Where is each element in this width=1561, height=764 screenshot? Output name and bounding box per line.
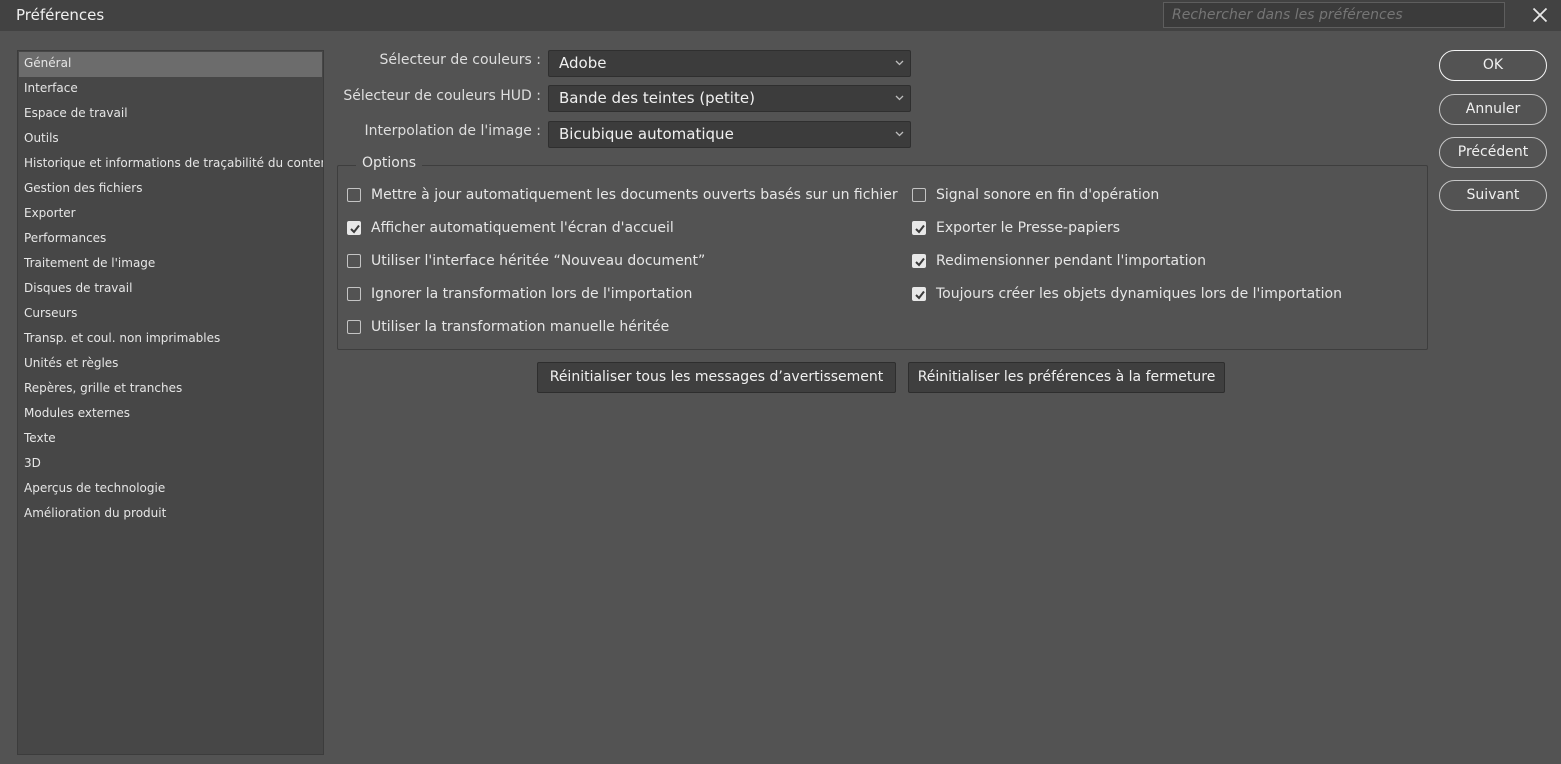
sidebar-item-guides-grid[interactable]: Repères, grille et tranches <box>18 377 323 402</box>
dialog-title: Préférences <box>16 6 105 24</box>
option-auto-update-docs[interactable]: Mettre à jour automatiquement les docume… <box>347 185 898 205</box>
checkmark-icon <box>350 224 360 234</box>
option-label: Afficher automatiquement l'écran d'accue… <box>371 220 674 236</box>
hud-color-picker-select[interactable]: Bande des teintes (petite) <box>548 85 911 112</box>
option-legacy-new-document[interactable]: Utiliser l'interface héritée “Nouveau do… <box>347 251 705 271</box>
chevron-down-icon <box>895 95 904 101</box>
option-always-create-smart-objects[interactable]: Toujours créer les objets dynamiques lor… <box>912 284 1342 304</box>
checkmark-icon <box>915 290 925 300</box>
hud-color-picker-value: Bande des teintes (petite) <box>559 89 755 107</box>
color-picker-value: Adobe <box>559 54 607 72</box>
checkbox-checked[interactable] <box>912 287 926 301</box>
reset-warnings-button[interactable]: Réinitialiser tous les messages d’averti… <box>537 362 896 393</box>
image-interpolation-value: Bicubique automatique <box>559 125 734 143</box>
search-input[interactable] <box>1163 2 1505 28</box>
sidebar-item-3d[interactable]: 3D <box>18 452 323 477</box>
option-show-home-screen[interactable]: Afficher automatiquement l'écran d'accue… <box>347 218 674 238</box>
close-icon <box>1532 7 1548 23</box>
checkbox-checked[interactable] <box>347 221 361 235</box>
sidebar-item-technology-previews[interactable]: Aperçus de technologie <box>18 477 323 502</box>
sidebar-item-scratch-disks[interactable]: Disques de travail <box>18 277 323 302</box>
checkbox-checked[interactable] <box>912 254 926 268</box>
option-label: Mettre à jour automatiquement les docume… <box>371 187 898 203</box>
option-label: Toujours créer les objets dynamiques lor… <box>936 286 1342 302</box>
sidebar-item-tools[interactable]: Outils <box>18 127 323 152</box>
checkmark-icon <box>915 257 925 267</box>
ok-button[interactable]: OK <box>1439 50 1547 81</box>
close-button[interactable] <box>1527 3 1553 27</box>
cancel-button[interactable]: Annuler <box>1439 94 1547 125</box>
sidebar-item-history[interactable]: Historique et informations de traçabilit… <box>18 152 323 177</box>
sidebar-item-cursors[interactable]: Curseurs <box>18 302 323 327</box>
option-label: Ignorer la transformation lors de l'impo… <box>371 286 693 302</box>
checkbox-checked[interactable] <box>912 221 926 235</box>
color-picker-label: Sélecteur de couleurs : <box>379 52 541 68</box>
option-legacy-free-transform[interactable]: Utiliser la transformation manuelle héri… <box>347 317 669 337</box>
checkbox[interactable] <box>912 188 926 202</box>
sidebar-item-units-rulers[interactable]: Unités et règles <box>18 352 323 377</box>
chevron-down-icon <box>895 131 904 137</box>
sidebar-item-plugins[interactable]: Modules externes <box>18 402 323 427</box>
option-label: Signal sonore en fin d'opération <box>936 187 1160 203</box>
checkbox[interactable] <box>347 188 361 202</box>
color-picker-select[interactable]: Adobe <box>548 50 911 77</box>
option-resize-on-place[interactable]: Redimensionner pendant l'importation <box>912 251 1206 271</box>
image-interpolation-select[interactable]: Bicubique automatique <box>548 121 911 148</box>
option-export-clipboard[interactable]: Exporter le Presse-papiers <box>912 218 1120 238</box>
sidebar-item-file-handling[interactable]: Gestion des fichiers <box>18 177 323 202</box>
option-skip-transform-on-place[interactable]: Ignorer la transformation lors de l'impo… <box>347 284 692 304</box>
sidebar-item-image-processing[interactable]: Traitement de l'image <box>18 252 323 277</box>
chevron-down-icon <box>895 60 904 66</box>
image-interpolation-label: Interpolation de l'image : <box>364 123 541 139</box>
checkbox[interactable] <box>347 287 361 301</box>
option-label: Redimensionner pendant l'importation <box>936 253 1206 269</box>
option-label: Utiliser l'interface héritée “Nouveau do… <box>371 253 706 269</box>
reset-preferences-button[interactable]: Réinitialiser les préférences à la ferme… <box>908 362 1225 393</box>
options-title: Options <box>356 155 423 171</box>
hud-color-picker-label: Sélecteur de couleurs HUD : <box>343 88 541 104</box>
sidebar-item-export[interactable]: Exporter <box>18 202 323 227</box>
checkbox[interactable] <box>347 254 361 268</box>
checkbox[interactable] <box>347 320 361 334</box>
sidebar-item-transparency-gamut[interactable]: Transp. et coul. non imprimables <box>18 327 323 352</box>
sidebar-item-general[interactable]: Général <box>19 52 322 77</box>
option-label: Exporter le Presse-papiers <box>936 220 1121 236</box>
sidebar-item-workspace[interactable]: Espace de travail <box>18 102 323 127</box>
next-button[interactable]: Suivant <box>1439 180 1547 211</box>
sidebar-item-performance[interactable]: Performances <box>18 227 323 252</box>
title-bar: Préférences <box>0 0 1561 31</box>
category-list: Général Interface Espace de travail Outi… <box>17 50 324 755</box>
previous-button[interactable]: Précédent <box>1439 137 1547 168</box>
sidebar-item-type[interactable]: Texte <box>18 427 323 452</box>
sidebar-item-product-improvement[interactable]: Amélioration du produit <box>18 502 323 527</box>
checkmark-icon <box>915 224 925 234</box>
option-label: Utiliser la transformation manuelle héri… <box>371 319 670 335</box>
option-beep-when-done[interactable]: Signal sonore en fin d'opération <box>912 185 1159 205</box>
sidebar-item-interface[interactable]: Interface <box>18 77 323 102</box>
